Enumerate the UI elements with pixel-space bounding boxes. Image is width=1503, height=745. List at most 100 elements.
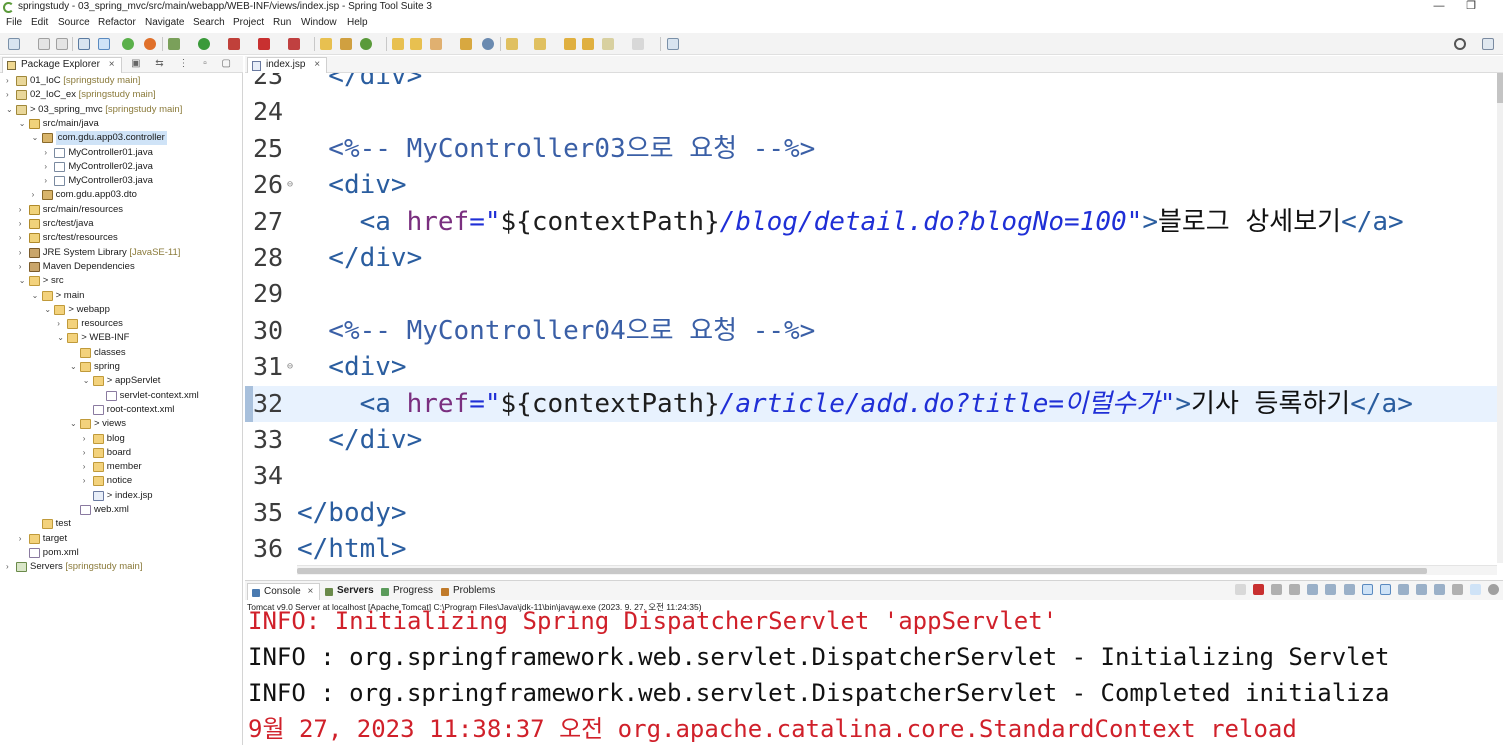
show-on-stderr-icon[interactable] bbox=[1379, 584, 1391, 595]
editor-vertical-scrollbar[interactable] bbox=[1497, 73, 1503, 563]
code-line[interactable]: 26 ⊖ <div> bbox=[245, 167, 1497, 203]
remove-all-icon[interactable] bbox=[1289, 584, 1301, 595]
expanded-chevron-icon[interactable]: ⌄ bbox=[32, 289, 40, 303]
perspective-icon[interactable] bbox=[1482, 38, 1494, 50]
collapsed-chevron-icon[interactable]: › bbox=[32, 188, 40, 202]
debug-icon[interactable] bbox=[168, 38, 180, 50]
code-line[interactable]: 30 <%-- MyController04으로 요청 --%> bbox=[245, 313, 1497, 349]
expanded-chevron-icon[interactable]: ⌄ bbox=[19, 117, 27, 131]
code-line[interactable]: 31 ⊖ <div> bbox=[245, 349, 1497, 385]
web-browser-icon[interactable] bbox=[482, 38, 494, 50]
collapsed-chevron-icon[interactable]: › bbox=[19, 217, 27, 231]
tab-servers[interactable]: Servers bbox=[321, 583, 380, 600]
code-line[interactable]: 36 </html> bbox=[245, 531, 1497, 563]
tab-package-explorer[interactable]: Package Explorer × bbox=[2, 57, 122, 73]
open-console-icon[interactable] bbox=[1433, 584, 1445, 595]
explorer-view-tools[interactable]: ▣ ⇆ ⋮ ▫ ▢ bbox=[131, 58, 237, 69]
refresh-icon[interactable] bbox=[144, 38, 156, 50]
external-tools-icon[interactable] bbox=[228, 38, 240, 50]
menu-search[interactable]: Search bbox=[193, 17, 225, 28]
new-class-icon[interactable] bbox=[360, 38, 372, 50]
restore-button[interactable]: ❐ bbox=[1456, 0, 1486, 15]
menu-source[interactable]: Source bbox=[58, 17, 90, 28]
code-line[interactable]: 34 bbox=[245, 458, 1497, 494]
minimize-view-icon[interactable] bbox=[1451, 584, 1463, 595]
tab-progress[interactable]: Progress bbox=[377, 583, 439, 600]
menu-edit[interactable]: Edit bbox=[31, 17, 48, 28]
save-icon[interactable] bbox=[38, 38, 50, 50]
scrollbar-thumb[interactable] bbox=[1497, 73, 1503, 103]
back-icon[interactable] bbox=[602, 38, 614, 50]
collapsed-chevron-icon[interactable]: › bbox=[83, 474, 91, 488]
collapsed-chevron-icon[interactable]: › bbox=[44, 174, 52, 188]
pin-console-icon[interactable] bbox=[1397, 584, 1409, 595]
new-icon[interactable] bbox=[8, 38, 20, 50]
expanded-chevron-icon[interactable]: ⌄ bbox=[70, 417, 78, 431]
search-tool-icon[interactable] bbox=[430, 38, 442, 50]
open-resource-icon[interactable] bbox=[410, 38, 422, 50]
collapsed-chevron-icon[interactable]: › bbox=[83, 460, 91, 474]
scrollbar-thumb[interactable] bbox=[297, 568, 1427, 574]
stop-icon[interactable] bbox=[258, 38, 270, 50]
close-icon[interactable]: × bbox=[307, 586, 313, 597]
close-icon[interactable]: × bbox=[314, 59, 320, 70]
forward-edit-icon[interactable] bbox=[582, 38, 594, 50]
show-on-stdout-icon[interactable] bbox=[1361, 584, 1373, 595]
scroll-lock-icon[interactable] bbox=[1325, 584, 1337, 595]
open-type-icon[interactable] bbox=[392, 38, 404, 50]
collapsed-chevron-icon[interactable]: › bbox=[19, 246, 27, 260]
code-line[interactable]: 23 </div> bbox=[245, 73, 1497, 94]
next-annotation-icon[interactable] bbox=[506, 38, 518, 50]
pin-editor-icon[interactable] bbox=[667, 38, 679, 50]
tab-index-jsp[interactable]: index.jsp × bbox=[247, 57, 328, 73]
clear-console-icon[interactable] bbox=[1307, 584, 1319, 595]
collapsed-chevron-icon[interactable]: › bbox=[19, 532, 27, 546]
menu-window[interactable]: Window bbox=[301, 17, 337, 28]
code-line[interactable]: 27 <a href="${contextPath}/blog/detail.d… bbox=[245, 204, 1497, 240]
expanded-chevron-icon[interactable]: ⌄ bbox=[19, 274, 27, 288]
code-line[interactable]: 33 </div> bbox=[245, 422, 1497, 458]
collapsed-chevron-icon[interactable]: › bbox=[6, 560, 14, 574]
terminate-icon[interactable] bbox=[1253, 584, 1265, 595]
tab-console[interactable]: Console × bbox=[247, 583, 321, 600]
word-wrap-icon[interactable] bbox=[1343, 584, 1355, 595]
gear-icon[interactable] bbox=[1488, 584, 1499, 595]
server-icon[interactable] bbox=[288, 38, 300, 50]
code-line[interactable]: 25 <%-- MyController03으로 요청 --%> bbox=[245, 131, 1497, 167]
collapsed-chevron-icon[interactable]: › bbox=[19, 260, 27, 274]
collapsed-chevron-icon[interactable]: › bbox=[44, 160, 52, 174]
save-all-icon[interactable] bbox=[56, 38, 68, 50]
terminal-icon[interactable] bbox=[78, 38, 90, 50]
fold-toggle-icon[interactable]: ⊖ bbox=[287, 349, 293, 385]
code-editor[interactable]: 23 </div> 24 25 <%-- MyController03으로 요청 -… bbox=[245, 73, 1497, 563]
last-edit-icon[interactable] bbox=[564, 38, 576, 50]
expanded-chevron-icon[interactable]: ⌄ bbox=[83, 374, 91, 388]
disconnect-icon[interactable] bbox=[1235, 584, 1247, 595]
expanded-chevron-icon[interactable]: ⌄ bbox=[6, 103, 14, 117]
current-code-line[interactable]: 32 <a href="${contextPath}/article/add.d… bbox=[245, 385, 1497, 422]
close-icon[interactable]: × bbox=[109, 59, 115, 70]
menu-navigate[interactable]: Navigate bbox=[145, 17, 184, 28]
code-line[interactable]: 28 </div> bbox=[245, 240, 1497, 276]
collapsed-chevron-icon[interactable]: › bbox=[57, 317, 65, 331]
forward-icon[interactable] bbox=[632, 38, 644, 50]
new-java-project-icon[interactable] bbox=[320, 38, 332, 50]
menu-file[interactable]: File bbox=[6, 17, 22, 28]
search-icon[interactable] bbox=[1454, 38, 1466, 50]
expanded-chevron-icon[interactable]: ⌄ bbox=[44, 303, 52, 317]
collapsed-chevron-icon[interactable]: › bbox=[83, 432, 91, 446]
remove-launch-icon[interactable] bbox=[1271, 584, 1283, 595]
collapsed-chevron-icon[interactable]: › bbox=[44, 146, 52, 160]
tab-problems[interactable]: Problems bbox=[437, 583, 501, 600]
collapsed-chevron-icon[interactable]: › bbox=[6, 88, 14, 102]
menu-run[interactable]: Run bbox=[273, 17, 291, 28]
collapsed-chevron-icon[interactable]: › bbox=[6, 74, 14, 88]
editor-horizontal-scrollbar[interactable] bbox=[297, 565, 1497, 575]
toggle-mark-icon[interactable] bbox=[98, 38, 110, 50]
open-task-icon[interactable] bbox=[460, 38, 472, 50]
expanded-chevron-icon[interactable]: ⌄ bbox=[70, 360, 78, 374]
menu-project[interactable]: Project bbox=[233, 17, 264, 28]
collapsed-chevron-icon[interactable]: › bbox=[19, 231, 27, 245]
expanded-chevron-icon[interactable]: ⌄ bbox=[57, 331, 65, 345]
run-icon[interactable] bbox=[198, 38, 210, 50]
